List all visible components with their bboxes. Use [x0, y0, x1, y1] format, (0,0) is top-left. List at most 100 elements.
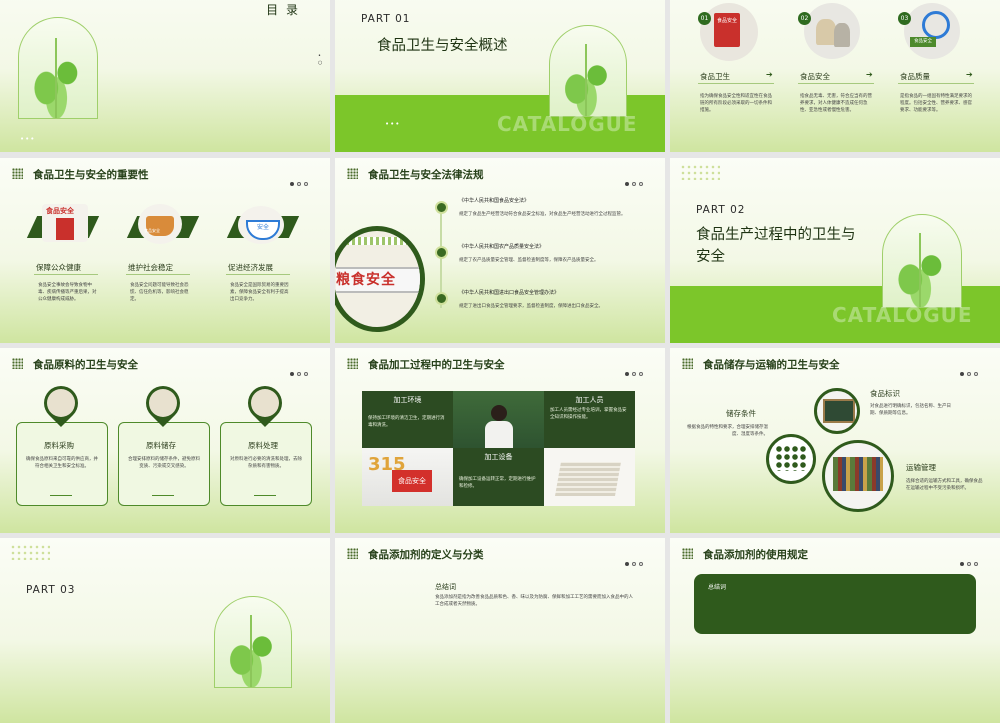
illustration-people: 食品安全: [42, 204, 88, 242]
item-desc: 指为确保食品安全性和适宜性在食品链的所有阶段必须采取的一切条件和措施。: [700, 94, 772, 113]
law-name: 《中华人民共和国农产品质量安全法》: [459, 244, 545, 250]
timeline-dot: [435, 246, 448, 259]
section-heading: 食品卫生与安全概述: [377, 38, 508, 54]
timeline-dot: [435, 201, 448, 214]
icons-photo-circle: [766, 434, 816, 484]
summary-desc: 食品添加剂是指为改善食品品质和色、香、味以及为防腐、保鲜和加工工艺的需要而加入食…: [435, 595, 633, 607]
law-name: 《中华人民共和国食品安全法》: [459, 198, 530, 204]
law-name: 《中华人民共和国进出口食品安全管理办法》: [459, 290, 560, 296]
item-desc: 指食品无毒、无害，符合应当有的营养要求，对人体健康不造成任何急性、亚急性或者慢性…: [800, 94, 872, 113]
summary-label: 总结词: [708, 584, 727, 591]
item-desc: 选择合适的运输方式和工具，确保食品在运输过程中不受污染和损坏。: [906, 479, 983, 491]
dot-pattern: [10, 544, 50, 560]
pager-dots-icon: [960, 361, 986, 376]
arrow-right-icon: ➔: [966, 70, 973, 79]
slide-thumbnail-3[interactable]: 食品安全 01 02 食品安全 03 食品卫生 ➔ 指为确保食品安全性和适宜性在…: [670, 0, 1000, 152]
blackboard-photo-circle: [814, 388, 860, 434]
number-badge: 02: [798, 12, 811, 25]
pager-vertical-icon: • ○: [318, 53, 323, 66]
item-label: 促进经济发展: [228, 263, 273, 272]
grid-dots-icon: [347, 358, 358, 369]
pager-dots-icon: [625, 551, 651, 566]
item-desc: 根据食品的特性和要求，合理安排储存温度、湿度等条件。: [687, 425, 768, 437]
slide-title: 食品原料的卫生与安全: [33, 359, 138, 371]
pager-dots-icon: [960, 551, 986, 566]
pin-photo: [138, 378, 188, 428]
part-label: PART 03: [26, 584, 76, 596]
food-safety-315-photo: 315 食品安全: [362, 448, 453, 506]
illustration-bowl: 安全: [238, 206, 284, 244]
dot-pattern: [680, 164, 720, 180]
slide-thumbnail-6[interactable]: PART 02 食品生产过程中的卫生与 安全 CATALOGUE: [670, 158, 1000, 343]
item-label: 维护社会稳定: [128, 263, 173, 272]
divider: [698, 83, 774, 84]
item-label: 食品标识: [870, 389, 900, 398]
more-dots-icon: •••: [385, 120, 401, 128]
pager-dots-icon: [290, 171, 316, 186]
slide-thumbnail-1[interactable]: 目 录 ••• • ○: [0, 0, 330, 152]
bookshelf-photo-circle: [822, 440, 894, 512]
law-desc: 规定了进出口食品安全管理要求，监督检查制度，保障进出口食品安全。: [459, 304, 603, 309]
slide-thumbnail-7[interactable]: 食品原料的卫生与安全 原料采购 确保食品原料来自可靠的供应商，并符合相关卫生和安…: [0, 348, 330, 533]
illustration-basket: 食品安全: [138, 204, 182, 244]
plant-arch-image: [882, 214, 962, 308]
teacher-photo: [453, 391, 544, 448]
divider: [254, 495, 276, 496]
pin-photo: [240, 378, 290, 428]
item-desc: 食品安全是国际贸易的重要因素，保障食品安全有利于提高出口竞争力。: [230, 283, 289, 302]
card-label: 原料储存: [146, 441, 176, 450]
divider: [798, 83, 874, 84]
grid-dots-icon: [347, 548, 358, 559]
law-desc: 规定了农产品质量安全管理、监督检查制度等，保障农产品质量安全。: [459, 258, 599, 263]
slide-thumbnail-2[interactable]: PART 01 食品卫生与安全概述 CATALOGUE •••: [335, 0, 665, 152]
illustration-people-circle: [804, 3, 860, 59]
slide-thumbnail-12[interactable]: 食品添加剂的使用规定 总结词: [670, 538, 1000, 723]
card-label: 原料采购: [44, 441, 74, 450]
pin-photo: [36, 378, 86, 428]
pager-dots-icon: [290, 361, 316, 376]
grid-dots-icon: [347, 168, 358, 179]
slide-thumbnail-9[interactable]: 食品储存与运输的卫生与安全 食品标识 对食品进行明确标识，包括名称、生产日期、保…: [670, 348, 1000, 533]
slide-title: 食品储存与运输的卫生与安全: [703, 359, 840, 371]
divider: [898, 83, 974, 84]
grid-dots-icon: [682, 358, 693, 369]
item-label: 储存条件: [726, 409, 756, 418]
slide-title: 食品添加剂的使用规定: [703, 549, 808, 561]
slide-thumbnail-5[interactable]: 食品卫生与安全法律法规 粮食安全 《中华人民共和国食品安全法》 规定了食品生产经…: [335, 158, 665, 343]
info-tile: 加工环境 保持加工环境的清洁卫生，定期进行消毒和清洗。: [362, 391, 453, 448]
slide-title: 食品添加剂的定义与分类: [368, 549, 484, 561]
number-badge: 03: [898, 12, 911, 25]
illustration-magnifier-circle: 食品安全: [904, 3, 960, 59]
card-desc: 合理安排原料的储存条件，避免原料变质、污染或交叉感染。: [128, 457, 200, 469]
slide-title: 食品卫生与安全的重要性: [33, 169, 149, 181]
summary-label: 总结词: [435, 583, 456, 591]
info-tile: 加工人员 加工人员需经过专业培训，掌握食品安全知识和操作技能。: [544, 391, 635, 448]
plant-arch-image: [18, 17, 98, 119]
slide-thumbnail-10[interactable]: PART 03: [0, 538, 330, 723]
slide-thumbnail-8[interactable]: 食品加工过程中的卫生与安全 加工环境 保持加工环境的清洁卫生，定期进行消毒和清洗…: [335, 348, 665, 533]
divider: [226, 274, 290, 275]
item-desc: 对食品进行明确标识，包括名称、生产日期、保质期等信息。: [870, 404, 951, 416]
item-label: 食品卫生: [700, 72, 730, 81]
grid-dots-icon: [12, 168, 23, 179]
catalogue-watermark: CATALOGUE: [832, 303, 973, 327]
part-label: PART 01: [361, 13, 411, 25]
slide-thumbnail-11[interactable]: 食品添加剂的定义与分类 总结词 食品添加剂是指为改善食品品质和色、香、味以及为防…: [335, 538, 665, 723]
divider: [34, 274, 98, 275]
item-label: 保障公众健康: [36, 263, 81, 272]
divider: [50, 495, 72, 496]
food-safety-photo-circle: 粮食安全: [335, 226, 425, 332]
pager-dots-icon: [625, 171, 651, 186]
section-heading-line1: 食品生产过程中的卫生与: [696, 227, 856, 243]
summary-box: 总结词: [694, 574, 976, 634]
item-desc: 是指食品的一组固有特性满足要求的程度。包括安全性、营养要求、感官要求、功能要求等…: [900, 94, 972, 113]
arrow-right-icon: ➔: [766, 70, 773, 79]
slide-thumbnail-4[interactable]: 食品卫生与安全的重要性 食品安全 食品安全 安全 保障公众健康 食品安全事故会导…: [0, 158, 330, 343]
grid-dots-icon: [12, 358, 23, 369]
more-dots-icon: •••: [20, 135, 36, 143]
books-photo: [544, 448, 635, 506]
item-label: 运输管理: [906, 463, 936, 472]
divider: [152, 495, 174, 496]
slide-title: 食品卫生与安全法律法规: [368, 169, 484, 181]
card-label: 原料处理: [248, 441, 278, 450]
